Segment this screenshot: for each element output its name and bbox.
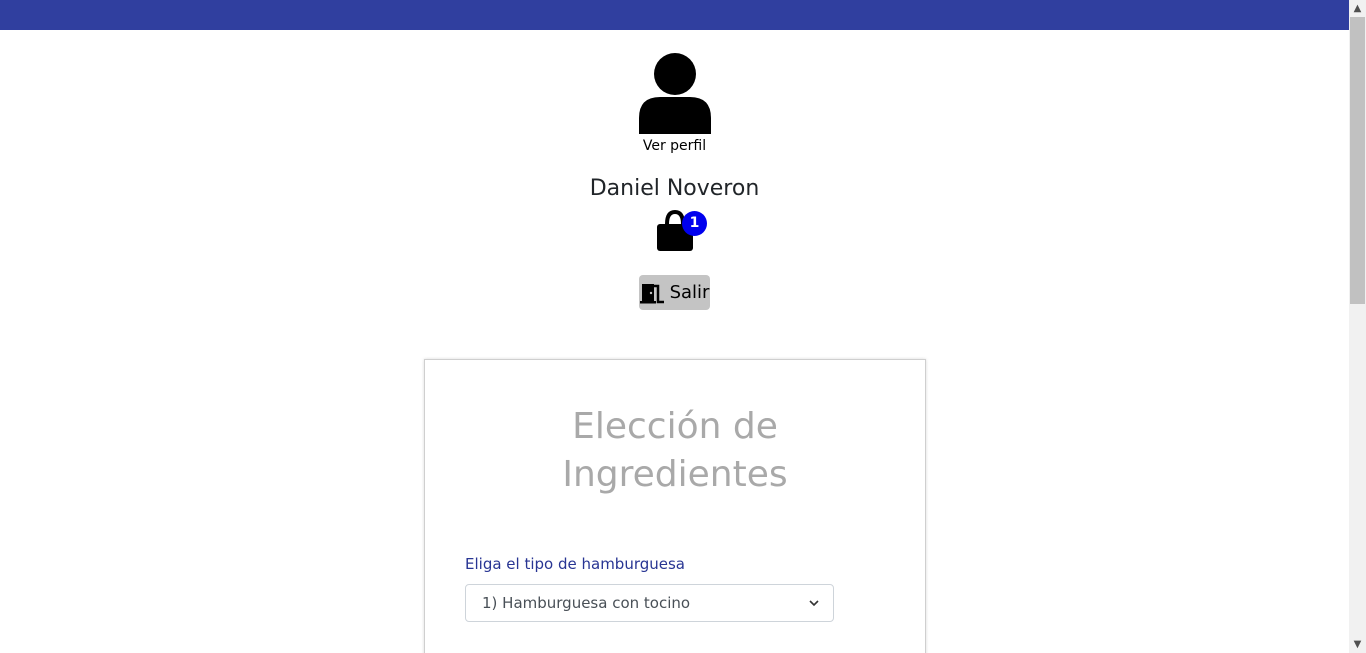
- card-title: Elección de Ingredientes: [425, 403, 925, 499]
- door-exit-icon: [639, 283, 664, 303]
- main-page: Ver perfil Daniel Noveron 1 Salir Elecci…: [0, 30, 1349, 653]
- logout-button[interactable]: Salir: [639, 275, 710, 310]
- cart-count-badge: 1: [682, 211, 707, 236]
- view-profile-link[interactable]: Ver perfil: [0, 138, 1349, 154]
- chevron-down-icon: [809, 600, 819, 607]
- card-title-line2: Ingredientes: [562, 454, 788, 495]
- vertical-scrollbar[interactable]: ▲ ▼: [1349, 0, 1366, 653]
- burger-type-label: Eliga el tipo de hamburguesa: [465, 555, 685, 573]
- user-icon[interactable]: [638, 52, 712, 134]
- top-header-bar: [0, 0, 1349, 30]
- burger-type-selected-value: 1) Hamburguesa con tocino: [482, 594, 691, 612]
- user-name: Daniel Noveron: [589, 176, 760, 201]
- ingredients-card: Elección de Ingredientes Eliga el tipo d…: [424, 359, 926, 653]
- burger-type-select[interactable]: 1) Hamburguesa con tocino: [465, 584, 834, 622]
- scroll-down-icon[interactable]: ▼: [1349, 636, 1366, 653]
- scrollbar-thumb[interactable]: [1350, 17, 1365, 304]
- logout-label: Salir: [669, 282, 710, 303]
- scroll-up-icon[interactable]: ▲: [1349, 0, 1366, 17]
- card-title-line1: Elección de: [572, 406, 778, 447]
